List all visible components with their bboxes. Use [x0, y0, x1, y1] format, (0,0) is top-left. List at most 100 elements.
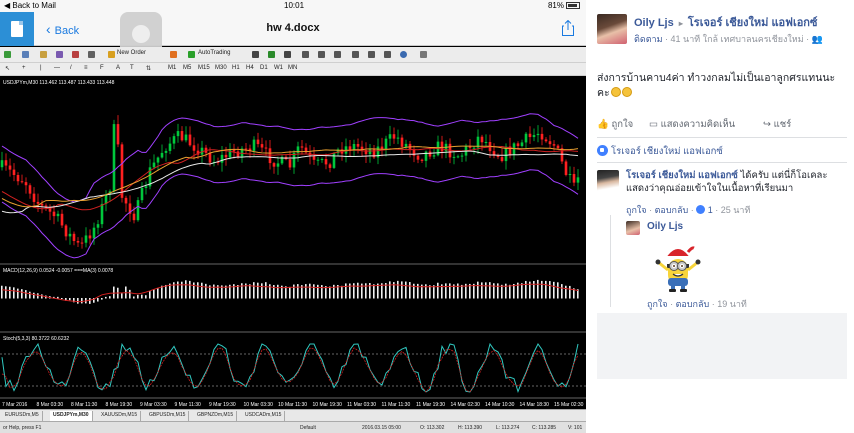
- vertical-line-icon[interactable]: |: [40, 65, 42, 71]
- channel-icon[interactable]: ≡: [84, 65, 88, 71]
- text-tool-icon[interactable]: A: [116, 65, 120, 71]
- share-icon[interactable]: [562, 20, 574, 36]
- auto-trading-button[interactable]: AutoTrading: [198, 50, 230, 56]
- tester-icon[interactable]: [88, 51, 95, 58]
- macd-histogram-bar: [561, 284, 563, 299]
- candle-chart-icon[interactable]: [268, 51, 275, 58]
- comment-like-link[interactable]: ถูกใจ: [626, 205, 647, 215]
- crosshair-icon[interactable]: +: [22, 65, 26, 71]
- comment-reply-link[interactable]: ตอบกลับ: [655, 205, 689, 215]
- time-tick-label: 10 Mar 19:30: [313, 402, 343, 408]
- macd-histogram-bar: [181, 281, 183, 299]
- candle-body: [468, 146, 472, 148]
- tf-mn[interactable]: MN: [288, 65, 297, 71]
- macd-histogram-bar: [37, 293, 39, 299]
- candle-body: [432, 155, 436, 157]
- bar-volume: V: 101: [568, 425, 583, 431]
- reply-reply-link[interactable]: ตอบกลับ: [676, 299, 710, 309]
- macd-histogram-bar: [429, 285, 431, 299]
- ipad-screenshot: ◀ Back to Mail 10:01 81% ‹ Back hw 4.docx…: [0, 0, 586, 433]
- macd-histogram-bar: [417, 283, 419, 299]
- comment-composer-area[interactable]: [597, 313, 847, 379]
- chart-tab[interactable]: GBPUSDm,M15: [146, 411, 190, 421]
- tf-h1[interactable]: H1: [232, 65, 240, 71]
- macd-histogram-bar: [409, 282, 411, 299]
- chart-shift-icon[interactable]: [352, 51, 359, 58]
- commenter-name[interactable]: โรเจอร์ เชียงใหม่ แอฟเอกซ์: [626, 170, 738, 181]
- new-chart-icon[interactable]: [4, 51, 11, 58]
- chart-tab[interactable]: GBPNZDm,M15: [194, 411, 238, 421]
- chart-tab[interactable]: USDCADm,M15: [242, 411, 286, 421]
- macd-histogram-bar: [21, 289, 23, 299]
- tf-m15[interactable]: M15: [198, 65, 210, 71]
- comment-like-count[interactable]: 1: [708, 205, 713, 215]
- candle-body: [440, 141, 444, 152]
- tf-m5[interactable]: M5: [183, 65, 191, 71]
- follow-link[interactable]: ติดตาม: [634, 34, 663, 44]
- author-avatar[interactable]: [597, 14, 627, 44]
- post-body: ส่งการบ้านคาบ4ค่า ทำวงกลมไม่เป็นเอาลูกศร…: [597, 71, 847, 101]
- candle-body: [572, 174, 576, 183]
- chart-tab[interactable]: USDJPYm,M30: [50, 411, 93, 421]
- back-to-mail-link[interactable]: ◀ Back to Mail: [4, 1, 56, 10]
- navigator-icon[interactable]: [56, 51, 63, 58]
- reply-author-name[interactable]: Oily Ljs: [647, 221, 683, 232]
- author-name[interactable]: Oily Ljs: [634, 17, 674, 29]
- candle-body: [500, 157, 504, 162]
- line-chart-icon[interactable]: [284, 51, 291, 58]
- reply-like-link[interactable]: ถูกใจ: [647, 299, 668, 309]
- profiles-icon[interactable]: [22, 51, 29, 58]
- periods-icon[interactable]: [400, 51, 407, 58]
- macd-histogram-bar: [389, 281, 391, 299]
- macd-histogram-bar: [153, 289, 155, 299]
- time-tick-label: 14 Mar 02:30: [451, 402, 481, 408]
- new-order-button[interactable]: New Order: [117, 50, 146, 56]
- macd-histogram-bar: [565, 285, 567, 299]
- tf-h4[interactable]: H4: [246, 65, 254, 71]
- reply-avatar[interactable]: [626, 221, 640, 235]
- fibonacci-icon[interactable]: F: [100, 65, 104, 71]
- chart-tab[interactable]: EURUSDm,M5: [2, 411, 43, 421]
- candle-body: [12, 169, 16, 175]
- mt4-status-line: or Help, press F1 Default 2016.03.15 05:…: [0, 421, 586, 433]
- comment-button[interactable]: ▭ แสดงความคิดเห็น: [649, 117, 735, 132]
- trendline-icon[interactable]: /: [70, 65, 72, 71]
- commenter-avatar[interactable]: [597, 170, 619, 192]
- reactions-summary[interactable]: โรเจอร์ เชียงใหม่ แอฟเอกซ์: [597, 144, 723, 159]
- cursor-icon[interactable]: ↖: [5, 65, 10, 72]
- tf-m30[interactable]: M30: [215, 65, 227, 71]
- share-button[interactable]: ↪ แชร์: [763, 117, 791, 132]
- candle-body: [32, 193, 36, 202]
- zoom-out-icon[interactable]: [318, 51, 325, 58]
- tf-w1[interactable]: W1: [274, 65, 283, 71]
- candle-body: [96, 224, 100, 228]
- market-watch-icon[interactable]: [40, 51, 47, 58]
- triangle-right-icon: ▸: [678, 19, 683, 28]
- templates-icon[interactable]: [420, 51, 427, 58]
- label-tool-icon[interactable]: T: [130, 65, 134, 71]
- status-battery: 81%: [548, 1, 580, 10]
- macd-histogram-bar: [157, 288, 159, 299]
- zoom-in-icon[interactable]: [302, 51, 309, 58]
- chart-tab[interactable]: XAUUSDm,M15: [98, 411, 142, 421]
- reactor-name: โรเจอร์ เชียงใหม่ แอฟเอกซ์: [611, 146, 723, 157]
- candle-body: [116, 124, 120, 145]
- candle-body: [184, 134, 188, 141]
- group-name[interactable]: โรเจอร์ เชียงใหม่ แอฟเอกซ์: [688, 17, 818, 29]
- bar-chart-icon[interactable]: [252, 51, 259, 58]
- indicators-icon[interactable]: [384, 51, 391, 58]
- tf-d1[interactable]: D1: [260, 65, 268, 71]
- meta-editor-icon[interactable]: [170, 51, 177, 58]
- horizontal-line-icon[interactable]: —: [54, 65, 60, 71]
- tf-m1[interactable]: M1: [168, 65, 176, 71]
- price-chart-window[interactable]: 7 Mar 2016 8 Mar 03:30 8 Mar 11:30 8 Mar 19…: [0, 76, 586, 409]
- help-hint: or Help, press F1: [3, 425, 42, 431]
- macd-histogram-bar: [1, 285, 3, 299]
- tile-windows-icon[interactable]: [334, 51, 341, 58]
- arrows-tool-icon[interactable]: ⇅: [146, 65, 151, 72]
- like-button[interactable]: 👍 ถูกใจ: [597, 117, 633, 132]
- candle-body: [520, 142, 524, 147]
- auto-scroll-icon[interactable]: [368, 51, 375, 58]
- terminal-icon[interactable]: [72, 51, 79, 58]
- share-label: แชร์: [773, 119, 792, 130]
